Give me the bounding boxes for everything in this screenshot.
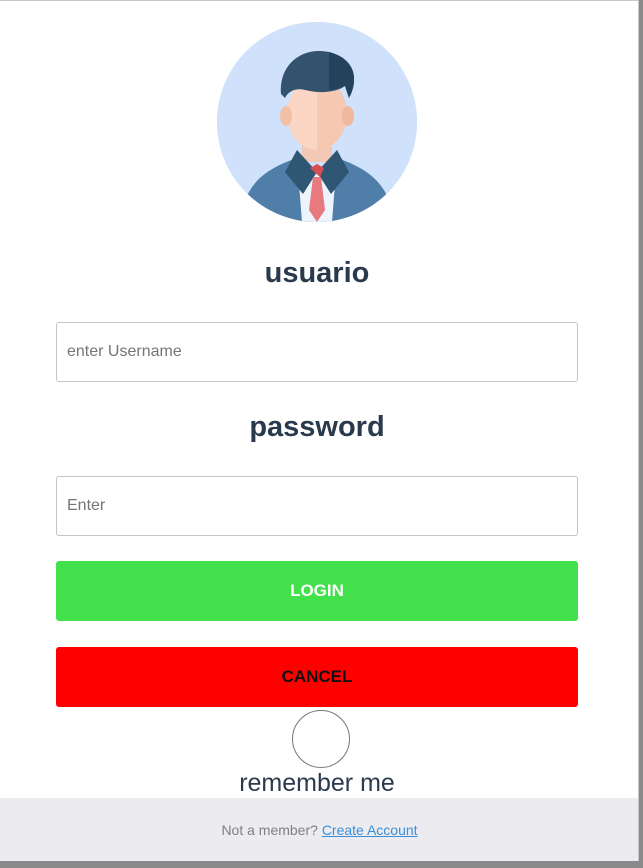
cancel-button[interactable]: CANCEL: [56, 647, 578, 707]
remember-me-checkbox[interactable]: [292, 710, 350, 768]
avatar-icon: [217, 22, 417, 222]
login-button[interactable]: LOGIN: [56, 561, 578, 621]
footer-prompt: Not a member?: [221, 822, 318, 838]
footer: Not a member? Create Account: [0, 798, 638, 861]
remember-me-label: remember me: [239, 769, 395, 797]
create-account-link[interactable]: Create Account: [322, 822, 418, 838]
password-input[interactable]: [56, 476, 578, 536]
username-label: usuario: [264, 257, 370, 289]
username-input[interactable]: [56, 322, 578, 382]
password-label: password: [249, 411, 385, 443]
login-card: usuario password LOGIN CANCEL remember m…: [0, 0, 639, 861]
